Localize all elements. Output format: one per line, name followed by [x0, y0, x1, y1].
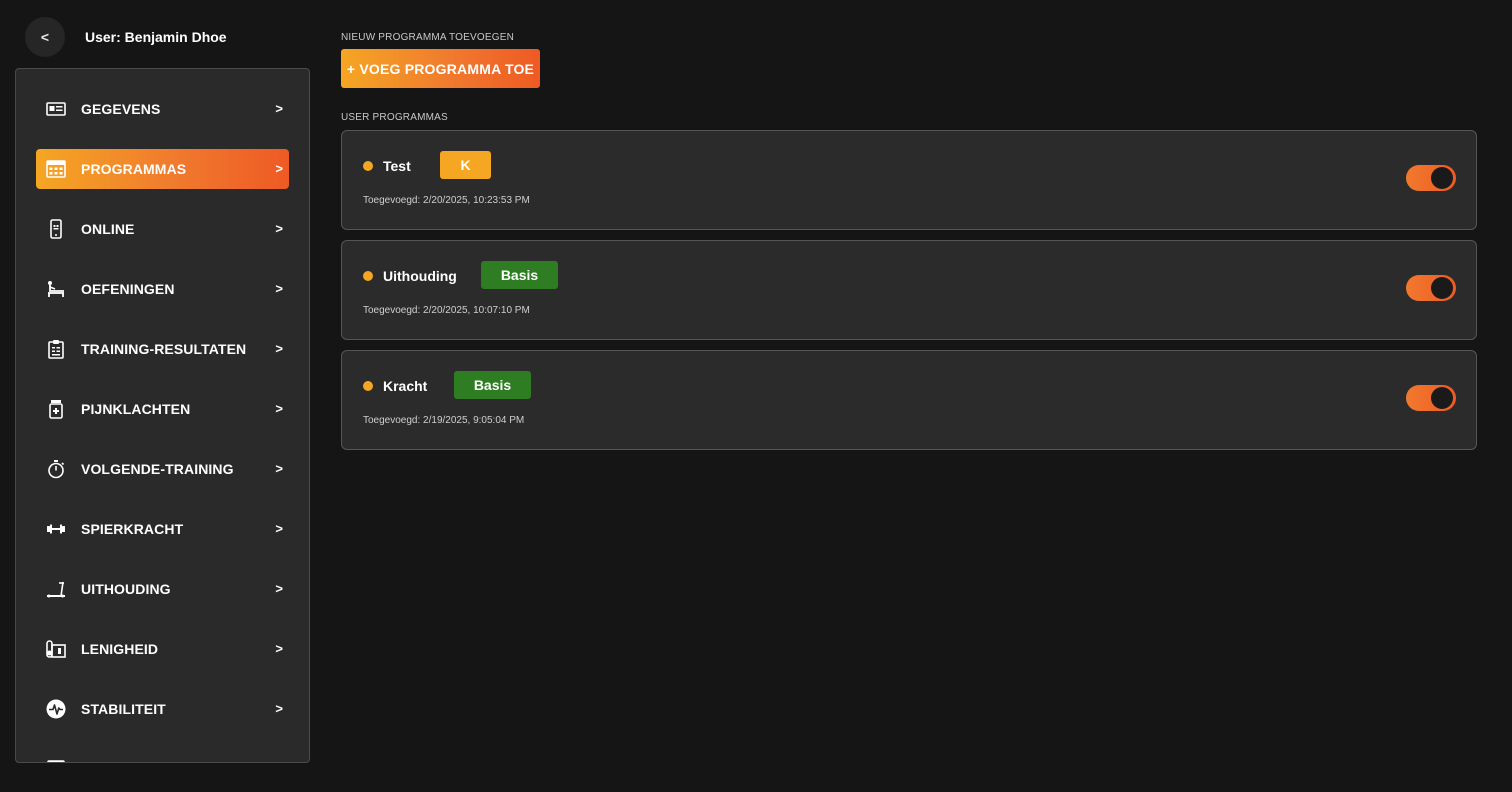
- chevron-right-icon: >: [275, 581, 283, 596]
- sidebar-item-gegevens[interactable]: GEGEVENS >: [36, 89, 289, 129]
- treadmill-icon: [46, 579, 66, 599]
- chevron-right-icon: >: [275, 641, 283, 656]
- sidebar-item-label: UITHOUDING: [81, 581, 171, 597]
- sidebar-item-label: STABILITEIT: [81, 701, 166, 717]
- program-added-date: Toegevoegd: 2/19/2025, 9:05:04 PM: [363, 415, 525, 426]
- user-name-label: User: Benjamin Dhoe: [85, 29, 227, 45]
- program-badge: Basis: [454, 371, 531, 399]
- back-button[interactable]: <: [25, 17, 65, 57]
- chevron-right-icon: >: [275, 401, 283, 416]
- sidebar-item-label: ONLINE: [81, 221, 135, 237]
- program-name: Kracht: [383, 378, 428, 394]
- pulse-icon: [46, 699, 66, 719]
- yoga-mat-icon: [46, 639, 66, 659]
- status-dot: [363, 161, 373, 171]
- sidebar-item-partial[interactable]: [36, 749, 289, 762]
- clipboard-icon: [46, 339, 66, 359]
- dumbbell-icon: [46, 519, 66, 539]
- program-card[interactable]: Uithouding Basis Toegevoegd: 2/20/2025, …: [341, 240, 1477, 340]
- sidebar-item-label: PIJNKLACHTEN: [81, 401, 191, 417]
- program-name: Test: [383, 158, 411, 174]
- chevron-right-icon: >: [275, 521, 283, 536]
- program-card[interactable]: Test K Toegevoegd: 2/20/2025, 10:23:53 P…: [341, 130, 1477, 230]
- sidebar-item-label: TRAINING-RESULTATEN: [81, 341, 247, 357]
- toggle-knob: [1431, 277, 1453, 299]
- program-name: Uithouding: [383, 268, 457, 284]
- sidebar-item-volgende-training[interactable]: VOLGENDE-TRAINING >: [36, 449, 289, 489]
- new-program-section-title: NIEUW PROGRAMMA TOEVOEGEN: [341, 32, 514, 43]
- status-dot: [363, 381, 373, 391]
- sidebar-item-label: LENIGHEID: [81, 641, 159, 657]
- sidebar-item-uithouding[interactable]: UITHOUDING >: [36, 569, 289, 609]
- sidebar-item-programmas[interactable]: PROGRAMMAS >: [36, 149, 289, 189]
- smartphone-icon: [46, 219, 66, 239]
- calendar-grid-icon: [46, 159, 66, 179]
- sidebar-item-label: PROGRAMMAS: [81, 161, 187, 177]
- toggle-knob: [1431, 167, 1453, 189]
- program-badge: K: [440, 151, 491, 179]
- medicine-jar-icon: [46, 399, 66, 419]
- sidebar-item-label: VOLGENDE-TRAINING: [81, 461, 234, 477]
- program-added-date: Toegevoegd: 2/20/2025, 10:07:10 PM: [363, 305, 530, 316]
- chevron-right-icon: >: [275, 101, 283, 116]
- chevron-right-icon: >: [275, 281, 283, 296]
- chevron-right-icon: >: [275, 161, 283, 176]
- program-toggle[interactable]: [1406, 165, 1456, 191]
- sidebar-item-label: SPIERKRACHT: [81, 521, 184, 537]
- toggle-knob: [1431, 387, 1453, 409]
- program-toggle[interactable]: [1406, 275, 1456, 301]
- sidebar-item-online[interactable]: ONLINE >: [36, 209, 289, 249]
- chevron-right-icon: >: [275, 341, 283, 356]
- user-programs-section-title: USER PROGRAMMAS: [341, 112, 448, 123]
- sidebar-item-label: OEFENINGEN: [81, 281, 175, 297]
- program-card[interactable]: Kracht Basis Toegevoegd: 2/19/2025, 9:05…: [341, 350, 1477, 450]
- sidebar-item-spierkracht[interactable]: SPIERKRACHT >: [36, 509, 289, 549]
- stopwatch-icon: [46, 459, 66, 479]
- calendar-icon: [46, 759, 66, 762]
- status-dot: [363, 271, 373, 281]
- sidebar: GEGEVENS > PROGRAMMAS > ONLINE > OEFENIN…: [15, 68, 310, 763]
- add-program-button[interactable]: + VOEG PROGRAMMA TOE: [341, 49, 540, 88]
- program-toggle[interactable]: [1406, 385, 1456, 411]
- chevron-right-icon: >: [275, 221, 283, 236]
- sidebar-item-oefeningen[interactable]: OEFENINGEN >: [36, 269, 289, 309]
- program-added-date: Toegevoegd: 2/20/2025, 10:23:53 PM: [363, 195, 530, 206]
- id-card-icon: [46, 99, 66, 119]
- sidebar-item-pijnklachten[interactable]: PIJNKLACHTEN >: [36, 389, 289, 429]
- sidebar-item-stabiliteit[interactable]: STABILITEIT >: [36, 689, 289, 729]
- program-badge: Basis: [481, 261, 558, 289]
- exercise-bench-icon: [46, 279, 66, 299]
- sidebar-item-label: GEGEVENS: [81, 101, 161, 117]
- chevron-right-icon: >: [275, 461, 283, 476]
- sidebar-item-training-resultaten[interactable]: TRAINING-RESULTATEN >: [36, 329, 289, 369]
- chevron-right-icon: >: [275, 701, 283, 716]
- sidebar-item-lenigheid[interactable]: LENIGHEID >: [36, 629, 289, 669]
